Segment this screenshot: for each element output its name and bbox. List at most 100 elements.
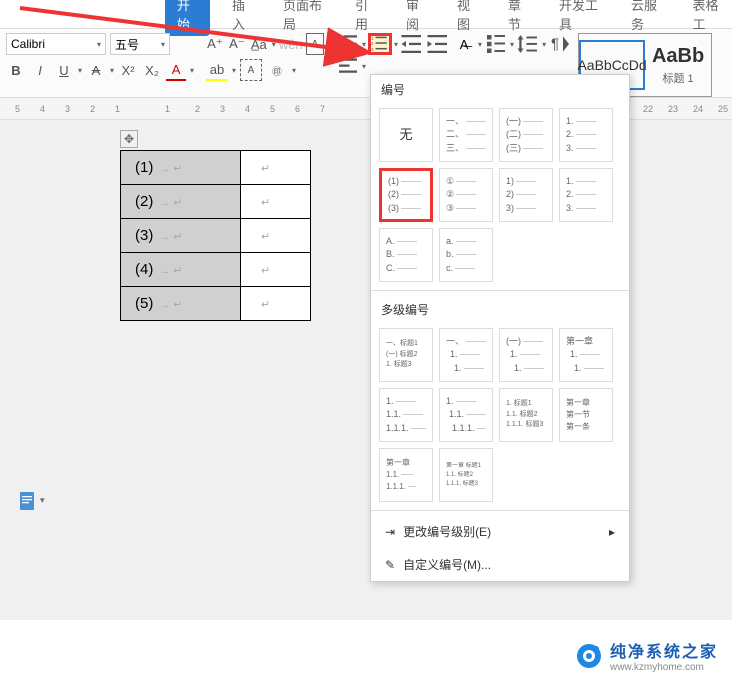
table-cell[interactable]: (5) → ↵: [121, 287, 241, 321]
annotation-arrow: [10, 0, 410, 70]
watermark-url: www.kzmyhome.com: [610, 662, 718, 673]
style-preview: AaBb: [652, 45, 704, 68]
style-label: 标题 1: [662, 70, 693, 86]
table-cell[interactable]: (4) → ↵: [121, 253, 241, 287]
cell-text: (5): [135, 295, 153, 312]
ruler-tick: 6: [295, 104, 300, 114]
para-mark-icon: → ↵: [159, 231, 182, 243]
para-mark-icon: → ↵: [159, 299, 182, 311]
table-cell[interactable]: ↵: [241, 219, 311, 253]
multilevel-option[interactable]: 第一章 标题11.1. 标题21.1.1. 标题3: [439, 448, 493, 502]
table-cell[interactable]: ↵: [241, 185, 311, 219]
para-mark-icon: ↵: [261, 299, 270, 311]
ruler-tick: 2: [195, 104, 200, 114]
table-cell[interactable]: ↵: [241, 151, 311, 185]
multilevel-option[interactable]: 第一章第一节第一条: [559, 388, 613, 442]
ruler-tick: 23: [668, 104, 678, 114]
ruler-tick: 7: [320, 104, 325, 114]
numbering-option[interactable]: 1.2.3.: [559, 108, 613, 162]
para-mark-icon: → ↵: [159, 265, 182, 277]
numbering-option[interactable]: a.b.c.: [439, 228, 493, 282]
multilevel-option[interactable]: 1. 标题11.1. 标题21.1.1. 标题3: [499, 388, 553, 442]
ruler-tick: 2: [90, 104, 95, 114]
multilevel-option[interactable]: 第一章1.1.1.1.1.: [379, 448, 433, 502]
pencil-icon: ✎: [385, 558, 395, 572]
table-row: (3) → ↵ ↵: [121, 219, 311, 253]
multilevel-option[interactable]: 1.1.1.1.1.1.: [439, 388, 493, 442]
para-mark-icon: → ↵: [159, 163, 182, 175]
numbering-none[interactable]: 无: [379, 108, 433, 162]
style-preview: AaBbCcDd: [577, 57, 646, 73]
para-mark-icon: ↵: [261, 197, 270, 209]
table-cell[interactable]: ↵: [241, 253, 311, 287]
table-cell[interactable]: (2)→ ↵: [121, 185, 241, 219]
tab-table[interactable]: 表格工: [685, 0, 732, 36]
multilevel-options-grid: 一、标题1(一) 标题21. 标题3 一、1.1. (一)1.1. 第一章1.1…: [371, 324, 629, 506]
ruler-tick: 5: [15, 104, 20, 114]
para-settings-button[interactable]: ¶: [548, 33, 572, 55]
numbering-option-selected[interactable]: (1)(2)(3): [379, 168, 433, 222]
numbering-options-grid: 无 一、二、三、 (一)(二)(三) 1.2.3. (1)(2)(3) ①②③ …: [371, 104, 629, 286]
table-row: (5) → ↵ ↵: [121, 287, 311, 321]
ruler-tick: 3: [65, 104, 70, 114]
para-mark-icon: ↵: [261, 163, 270, 175]
action-label: 自定义编号(M)...: [403, 556, 491, 573]
chevron-down-icon[interactable]: ▾: [510, 40, 514, 49]
numbering-option[interactable]: 1.2.3.: [559, 168, 613, 222]
ruler-tick: 5: [270, 104, 275, 114]
numbering-option[interactable]: 1)2)3): [499, 168, 553, 222]
numbering-option[interactable]: ①②③: [439, 168, 493, 222]
svg-text:¶: ¶: [551, 36, 559, 53]
numbering-option[interactable]: (一)(二)(三): [499, 108, 553, 162]
numbering-option[interactable]: A.B.C.: [379, 228, 433, 282]
logo-icon: [574, 641, 604, 671]
chevron-down-icon[interactable]: ▾: [40, 495, 45, 506]
multilevel-option[interactable]: (一)1.1.: [499, 328, 553, 382]
table-row: (2)→ ↵ ↵: [121, 185, 311, 219]
increase-indent-button[interactable]: [426, 33, 450, 55]
cell-text: (1): [135, 159, 153, 176]
numbering-option[interactable]: 一、二、三、: [439, 108, 493, 162]
ruler-tick: 25: [718, 104, 728, 114]
table-row: (1) → ↵ ↵: [121, 151, 311, 185]
table-row: (4) → ↵ ↵: [121, 253, 311, 287]
multilevel-option[interactable]: 第一章1.1.: [559, 328, 613, 382]
cell-text: (3): [135, 227, 153, 244]
ruler-tick: 4: [40, 104, 45, 114]
table-move-handle[interactable]: ✥: [120, 130, 138, 148]
numbering-popup: 编号 无 一、二、三、 (一)(二)(三) 1.2.3. (1)(2)(3) ①…: [370, 74, 630, 582]
ruler-tick: 1: [165, 104, 170, 114]
sort-button[interactable]: [484, 33, 508, 55]
chevron-down-icon[interactable]: ▾: [542, 40, 546, 49]
ruler-tick: 22: [643, 104, 653, 114]
cell-text: (4): [135, 261, 153, 278]
table-cell[interactable]: (3) → ↵: [121, 219, 241, 253]
custom-numbering-action[interactable]: ✎ 自定义编号(M)...: [371, 548, 629, 581]
para-mark-icon: → ↵: [159, 197, 182, 209]
ruler-tick: 3: [220, 104, 225, 114]
action-label: 更改编号级别(E): [403, 523, 491, 540]
chevron-down-icon[interactable]: ▾: [478, 40, 482, 49]
para-mark-icon: ↵: [261, 265, 270, 277]
clear-format-button[interactable]: A̶: [452, 33, 476, 55]
style-heading1[interactable]: AaBb 标题 1: [645, 40, 711, 90]
ruler-tick: 4: [245, 104, 250, 114]
ruler-tick: 1: [115, 104, 120, 114]
tab-cloud[interactable]: 云服务: [623, 0, 671, 36]
para-mark-icon: ↵: [261, 231, 270, 243]
chevron-right-icon: ▸: [609, 525, 615, 539]
popup-section-title: 多级编号: [371, 295, 629, 324]
change-level-action[interactable]: ⇥ 更改编号级别(E) ▸: [371, 515, 629, 548]
line-spacing-button[interactable]: [516, 33, 540, 55]
watermark-title: 纯净系统之家: [610, 638, 718, 662]
multilevel-option[interactable]: 一、1.1.: [439, 328, 493, 382]
table-cell[interactable]: (1) → ↵: [121, 151, 241, 185]
document-table[interactable]: (1) → ↵ ↵ (2)→ ↵ ↵ (3) → ↵ ↵ (4) → ↵ ↵ (5) → ↵ ↵: [120, 150, 311, 321]
watermark: 纯净系统之家 www.kzmyhome.com: [574, 638, 718, 673]
document-icon: [18, 490, 38, 512]
multilevel-option[interactable]: 1.1.1.1.1.1.: [379, 388, 433, 442]
table-cell[interactable]: ↵: [241, 287, 311, 321]
multilevel-option[interactable]: 一、标题1(一) 标题21. 标题3: [379, 328, 433, 382]
ruler-tick: 24: [693, 104, 703, 114]
indent-icon: ⇥: [385, 525, 395, 539]
